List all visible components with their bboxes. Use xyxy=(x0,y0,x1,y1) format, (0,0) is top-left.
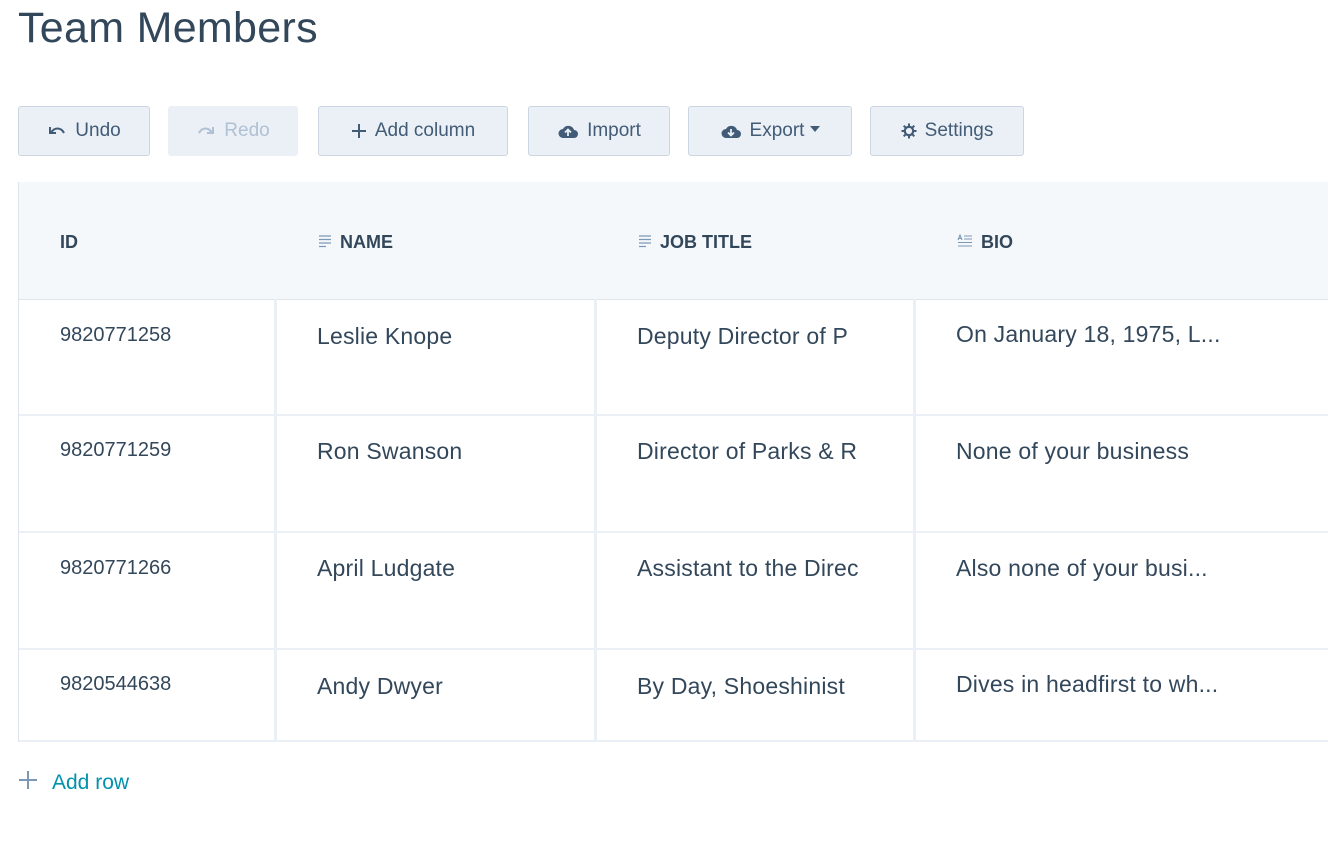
settings-label: Settings xyxy=(924,120,994,141)
gear-icon xyxy=(901,123,917,139)
plus-icon xyxy=(351,123,367,139)
column-header-bio[interactable]: BIO xyxy=(957,232,1013,253)
add-column-label: Add column xyxy=(374,120,476,141)
undo-label: Undo xyxy=(75,120,121,141)
column-header-id[interactable]: ID xyxy=(60,232,78,253)
settings-button[interactable]: Settings xyxy=(870,106,1024,156)
redo-label: Redo xyxy=(224,120,270,141)
add-row-button[interactable]: Add row xyxy=(18,770,129,796)
column-header-job-title[interactable]: JOB TITLE xyxy=(638,232,752,253)
id-cell[interactable]: 9820771266 xyxy=(19,533,277,648)
name-cell[interactable]: Leslie Knope xyxy=(277,299,597,414)
import-button[interactable]: Import xyxy=(528,106,670,156)
column-header-name[interactable]: NAME xyxy=(318,232,393,253)
table-row[interactable]: 9820771259 Ron Swanson Director of Parks… xyxy=(19,416,1328,533)
id-cell[interactable]: 9820771259 xyxy=(19,416,277,531)
text-icon xyxy=(318,232,332,253)
id-cell[interactable]: 9820771258 xyxy=(19,299,277,414)
export-label: Export xyxy=(749,120,805,141)
bio-cell[interactable]: Also none of your busi... xyxy=(916,533,1328,648)
text-icon xyxy=(638,232,652,253)
bio-cell[interactable]: Dives in headfirst to wh... xyxy=(916,650,1328,740)
cloud-download-icon xyxy=(720,123,742,139)
undo-button[interactable]: Undo xyxy=(18,106,150,156)
chevron-down-icon xyxy=(810,126,821,132)
table-row[interactable]: 9820771266 April Ludgate Assistant to th… xyxy=(19,533,1328,650)
plus-icon xyxy=(18,770,38,796)
redo-icon xyxy=(196,124,216,138)
cloud-upload-icon xyxy=(557,123,579,139)
name-cell[interactable]: Andy Dwyer xyxy=(277,650,597,740)
bio-cell[interactable]: None of your business xyxy=(916,416,1328,531)
page-title: Team Members xyxy=(18,4,318,52)
undo-icon xyxy=(47,124,67,138)
table-row[interactable]: 9820544638 Andy Dwyer By Day, Shoeshinis… xyxy=(19,650,1328,742)
job-title-cell[interactable]: Deputy Director of P xyxy=(597,299,916,414)
bio-cell[interactable]: On January 18, 1975, L... xyxy=(916,299,1328,414)
add-column-button[interactable]: Add column xyxy=(318,106,508,156)
import-label: Import xyxy=(587,120,641,141)
add-row-label: Add row xyxy=(52,771,130,794)
id-cell[interactable]: 9820544638 xyxy=(19,650,277,740)
table-header: ID NAME JOB TITLE BIO xyxy=(19,182,1328,300)
job-title-cell[interactable]: By Day, Shoeshinist xyxy=(597,650,916,740)
name-cell[interactable]: April Ludgate xyxy=(277,533,597,648)
job-title-cell[interactable]: Assistant to the Direc xyxy=(597,533,916,648)
export-button[interactable]: Export xyxy=(688,106,852,156)
job-title-cell[interactable]: Director of Parks & R xyxy=(597,416,916,531)
data-table: ID NAME JOB TITLE BIO 9820771258 Leslie … xyxy=(18,182,1328,742)
rich-text-icon xyxy=(957,232,973,253)
name-cell[interactable]: Ron Swanson xyxy=(277,416,597,531)
redo-button[interactable]: Redo xyxy=(168,106,298,156)
table-row[interactable]: 9820771258 Leslie Knope Deputy Director … xyxy=(19,299,1328,416)
